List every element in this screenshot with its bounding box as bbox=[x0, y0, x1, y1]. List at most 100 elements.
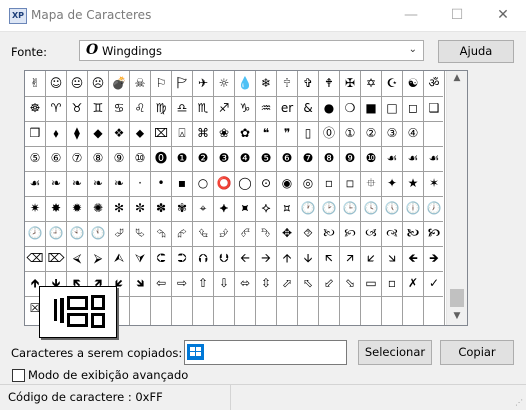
scroll-up-icon[interactable]: ▲ bbox=[447, 73, 467, 83]
character-cell[interactable]: 🡺 bbox=[424, 247, 444, 269]
character-cell[interactable] bbox=[424, 122, 444, 144]
character-cell[interactable] bbox=[256, 297, 276, 319]
character-cell[interactable]: ☙ bbox=[382, 147, 402, 169]
character-cell[interactable]: ⚐ bbox=[151, 72, 171, 94]
character-cell[interactable]: 🡪 bbox=[256, 247, 276, 269]
character-cell[interactable]: ⬂ bbox=[340, 272, 360, 294]
character-cell[interactable]: 🡫 bbox=[298, 247, 318, 269]
character-cell[interactable]: ⇧ bbox=[193, 272, 213, 294]
character-cell[interactable]: ⮶ bbox=[235, 222, 255, 244]
character-cell[interactable]: 🡭 bbox=[340, 247, 360, 269]
character-cell[interactable]: ⯌ bbox=[214, 197, 234, 219]
character-cell[interactable]: ② bbox=[361, 122, 381, 144]
character-cell[interactable]: ⭕ bbox=[214, 172, 234, 194]
character-cell[interactable]: ⮙ bbox=[109, 247, 129, 269]
character-cell[interactable]: 💣 bbox=[109, 72, 129, 94]
character-cell[interactable]: ⮲ bbox=[151, 222, 171, 244]
close-button[interactable]: ✕ bbox=[480, 0, 526, 31]
character-cell[interactable]: ⇨ bbox=[172, 272, 192, 294]
character-cell[interactable]: ❄ bbox=[256, 72, 276, 94]
character-cell[interactable]: ✡ bbox=[361, 72, 381, 94]
character-cell[interactable]: ⬃ bbox=[319, 272, 339, 294]
character-cell[interactable]: ✿ bbox=[235, 122, 255, 144]
character-cell[interactable]: 🕒 bbox=[340, 197, 360, 219]
characters-to-copy-input[interactable] bbox=[184, 340, 347, 365]
character-cell[interactable]: ♊ bbox=[88, 97, 108, 119]
character-cell[interactable]: ■ bbox=[361, 97, 381, 119]
character-cell[interactable]: ✺ bbox=[88, 197, 108, 219]
character-cell[interactable]: ▪ bbox=[172, 172, 192, 194]
character-cell[interactable] bbox=[361, 297, 381, 319]
character-cell[interactable]: ♉ bbox=[67, 97, 87, 119]
character-cell[interactable]: 🡨 bbox=[235, 247, 255, 269]
character-cell[interactable]: ⯎ bbox=[256, 197, 276, 219]
character-cell[interactable]: 🕓 bbox=[361, 197, 381, 219]
character-cell[interactable]: ✶ bbox=[424, 172, 444, 194]
character-cell[interactable]: ☹ bbox=[88, 72, 108, 94]
character-cell[interactable]: ⬥ bbox=[130, 122, 150, 144]
character-cell[interactable]: ⇳ bbox=[256, 272, 276, 294]
select-button[interactable]: Selecionar bbox=[358, 340, 432, 365]
character-cell[interactable]: ♍ bbox=[151, 97, 171, 119]
character-cell[interactable]: ☠ bbox=[130, 72, 150, 94]
character-cell[interactable]: ⯍ bbox=[235, 197, 255, 219]
character-cell[interactable]: 🏱 bbox=[172, 72, 192, 94]
character-cell[interactable]: ⮷ bbox=[256, 222, 276, 244]
character-cell[interactable]: & bbox=[298, 97, 318, 119]
character-cell[interactable]: ❞ bbox=[277, 122, 297, 144]
character-cell[interactable]: 😐 bbox=[67, 72, 87, 94]
resize-grip-icon[interactable]: ⋰ bbox=[515, 398, 523, 407]
character-cell[interactable]: ☙ bbox=[424, 147, 444, 169]
character-cell[interactable]: ❺ bbox=[256, 147, 276, 169]
character-cell[interactable]: ❾ bbox=[340, 147, 360, 169]
character-cell[interactable] bbox=[403, 297, 423, 319]
character-cell[interactable]: 💧 bbox=[235, 72, 255, 94]
character-cell[interactable]: ● bbox=[319, 97, 339, 119]
character-cell[interactable]: ❧ bbox=[67, 172, 87, 194]
character-cell[interactable]: ⑧ bbox=[88, 147, 108, 169]
character-cell[interactable]: ▫ bbox=[382, 272, 402, 294]
character-cell[interactable]: ❹ bbox=[235, 147, 255, 169]
character-cell[interactable]: ◯ bbox=[235, 172, 255, 194]
character-cell[interactable]: ⯐ bbox=[361, 172, 381, 194]
character-cell[interactable]: ❧ bbox=[109, 172, 129, 194]
scroll-down-icon[interactable]: ▼ bbox=[447, 311, 467, 321]
character-cell[interactable]: 🡮 bbox=[382, 247, 402, 269]
character-cell[interactable]: ⊙ bbox=[256, 172, 276, 194]
character-cell[interactable]: ♐ bbox=[214, 97, 234, 119]
scrollbar-thumb[interactable] bbox=[450, 289, 464, 307]
character-cell[interactable]: ◽ bbox=[340, 172, 360, 194]
character-cell[interactable]: ☸ bbox=[25, 97, 45, 119]
character-cell[interactable]: 🕖 bbox=[424, 197, 444, 219]
character-cell[interactable]: ♈ bbox=[46, 97, 66, 119]
character-cell[interactable]: ॐ bbox=[424, 72, 444, 94]
character-cell[interactable]: ❷ bbox=[193, 147, 213, 169]
character-cell[interactable]: ♏ bbox=[193, 97, 213, 119]
character-cell[interactable]: ✗ bbox=[403, 272, 423, 294]
character-cell[interactable]: ⌘ bbox=[193, 122, 213, 144]
character-cell[interactable]: 🕐 bbox=[298, 197, 318, 219]
character-cell[interactable]: 🙣 bbox=[382, 222, 402, 244]
character-cell[interactable]: ✈ bbox=[193, 72, 213, 94]
character-cell[interactable]: 🙢 bbox=[361, 222, 381, 244]
character-cell[interactable]: ⌫ bbox=[25, 247, 45, 269]
character-cell[interactable]: ⮊ bbox=[172, 247, 192, 269]
character-cell[interactable]: ☙ bbox=[403, 147, 423, 169]
character-cell[interactable]: ⌧ bbox=[151, 122, 171, 144]
character-cell[interactable]: 🕚 bbox=[88, 222, 108, 244]
character-cell[interactable]: 🕔 bbox=[382, 197, 402, 219]
character-cell[interactable]: ❀ bbox=[214, 122, 234, 144]
character-cell[interactable]: 🕘 bbox=[46, 222, 66, 244]
character-cell[interactable]: 🡯 bbox=[361, 247, 381, 269]
character-cell[interactable]: • bbox=[151, 172, 171, 194]
character-cell[interactable]: ✸ bbox=[46, 197, 66, 219]
character-cell[interactable]: ⧫ bbox=[67, 122, 87, 144]
character-cell[interactable]: ☪ bbox=[382, 72, 402, 94]
character-cell[interactable]: ▯ bbox=[298, 122, 318, 144]
character-cell[interactable]: ★ bbox=[403, 172, 423, 194]
character-cell[interactable]: ⮋ bbox=[214, 247, 234, 269]
character-cell[interactable] bbox=[193, 297, 213, 319]
character-cell[interactable] bbox=[235, 297, 255, 319]
font-dropdown[interactable]: O Wingdings ⌄ bbox=[79, 40, 424, 61]
character-cell[interactable]: ⑦ bbox=[67, 147, 87, 169]
